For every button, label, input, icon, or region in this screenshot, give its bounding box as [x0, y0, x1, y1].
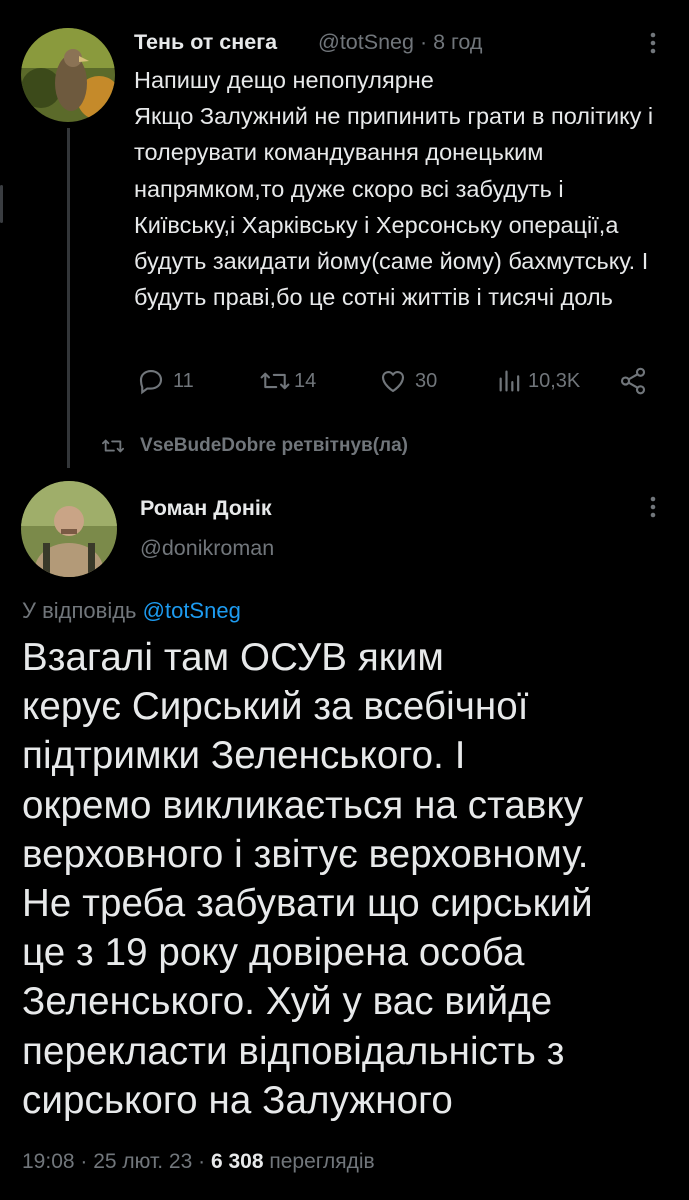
author-name[interactable]: Тень от снега — [134, 30, 277, 55]
tweet-text: Взагалі там ОСУВ яким керує Сирський за … — [22, 636, 593, 1122]
avatar-image — [21, 481, 117, 577]
avatar-image — [21, 28, 115, 122]
avatar[interactable] — [21, 28, 115, 122]
author-handle[interactable]: @donikroman — [140, 536, 274, 561]
reply-icon — [139, 369, 163, 395]
more-vertical-icon[interactable] — [648, 494, 658, 524]
retweet-icon — [260, 372, 290, 390]
tweet-time[interactable]: 19:08 — [22, 1150, 75, 1173]
share-icon — [620, 367, 646, 395]
avatar[interactable] — [21, 481, 117, 577]
separator: · — [80, 1150, 94, 1173]
retweet-icon — [102, 439, 125, 453]
author-handle[interactable]: @totSneg · 8 год — [318, 30, 482, 55]
timestamp[interactable]: 8 год — [433, 30, 482, 54]
more-vertical-icon[interactable] — [648, 30, 658, 60]
like-button[interactable]: 30 — [378, 366, 437, 396]
retweet-button[interactable]: 14 — [258, 366, 316, 396]
views-label: перегля­дів — [269, 1150, 375, 1173]
views-icon — [499, 370, 520, 392]
reply-count: 11 — [173, 369, 194, 392]
thread-line — [67, 128, 70, 468]
tweet-actions: 11 14 30 10,3K — [136, 366, 656, 400]
reply-button[interactable]: 11 — [136, 366, 194, 396]
reply-prefix: У відповідь — [22, 598, 143, 623]
retweet-count: 14 — [294, 369, 317, 392]
reply-to: У відповідь @totSneg — [22, 598, 241, 624]
separator: · — [198, 1150, 211, 1173]
separator: · — [419, 30, 428, 54]
views-button[interactable]: 10,3K — [496, 366, 580, 396]
share-button[interactable] — [618, 366, 648, 396]
reply-to-link[interactable]: @totSneg — [143, 598, 241, 623]
retweet-note[interactable]: VseBudeDobre ретвітнув(ла) — [100, 435, 408, 457]
author-name[interactable]: Роман Донік — [140, 496, 272, 521]
tweet-text: Напишу дещо непопулярне Якщо Залужний не… — [134, 67, 654, 311]
handle-text[interactable]: @totSneg — [318, 30, 414, 54]
like-count: 30 — [415, 369, 438, 392]
tweet-meta: 19:08 · 25 лют. 23 · 6 308 перегля­дів — [22, 1150, 375, 1174]
views-count: 10,3K — [528, 369, 581, 392]
views-count: 6 308 — [210, 1150, 264, 1173]
tweet-date[interactable]: 25 лют. 23 — [93, 1150, 192, 1173]
scroll-indicator[interactable] — [0, 185, 3, 223]
heart-icon — [381, 371, 405, 393]
retweet-note-text[interactable]: VseBudeDobre ретвітнув(ла) — [140, 435, 408, 457]
